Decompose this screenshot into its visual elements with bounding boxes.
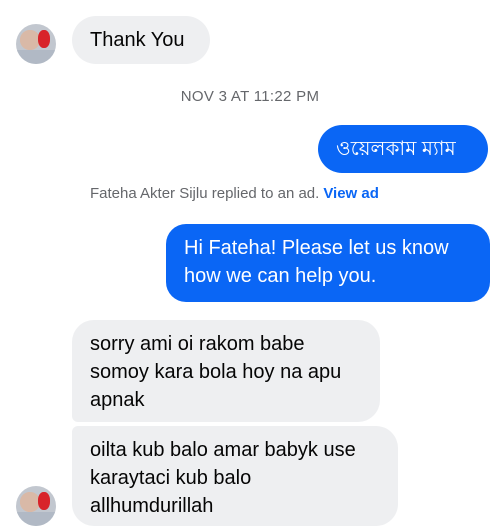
outgoing-message-greeting[interactable]: Hi Fateha! Please let us know how we can…	[166, 224, 490, 302]
message-text: Thank You	[90, 29, 185, 51]
outgoing-message-welcome[interactable]: ওয়েলকাম ম্যাম	[318, 125, 488, 173]
incoming-message-sorry[interactable]: sorry ami oi rakom babe somoy kara bola …	[72, 320, 380, 422]
message-text: ওয়েলকাম ম্যাম	[336, 138, 456, 160]
avatar-photo-detail	[38, 30, 50, 48]
message-text: oilta kub balo amar babyk use karaytaci …	[90, 439, 356, 517]
ad-reply-text: Fateha Akter Sijlu replied to an ad.	[90, 185, 320, 202]
avatar-photo-detail	[38, 492, 50, 510]
contact-avatar[interactable]	[16, 24, 56, 64]
message-timestamp: NOV 3 AT 11:22 PM	[180, 88, 320, 105]
ad-reply-note: Fateha Akter Sijlu replied to an ad. View…	[90, 185, 379, 202]
view-ad-link[interactable]: View ad	[323, 185, 379, 202]
message-text: Hi Fateha! Please let us know how we can…	[184, 237, 449, 287]
incoming-message-thank-you[interactable]: Thank You	[72, 16, 210, 64]
avatar-photo-detail	[16, 50, 56, 64]
contact-avatar[interactable]	[16, 486, 56, 526]
incoming-message-oilta[interactable]: oilta kub balo amar babyk use karaytaci …	[72, 426, 398, 526]
avatar-photo-detail	[16, 512, 56, 526]
message-text: sorry ami oi rakom babe somoy kara bola …	[90, 333, 342, 411]
